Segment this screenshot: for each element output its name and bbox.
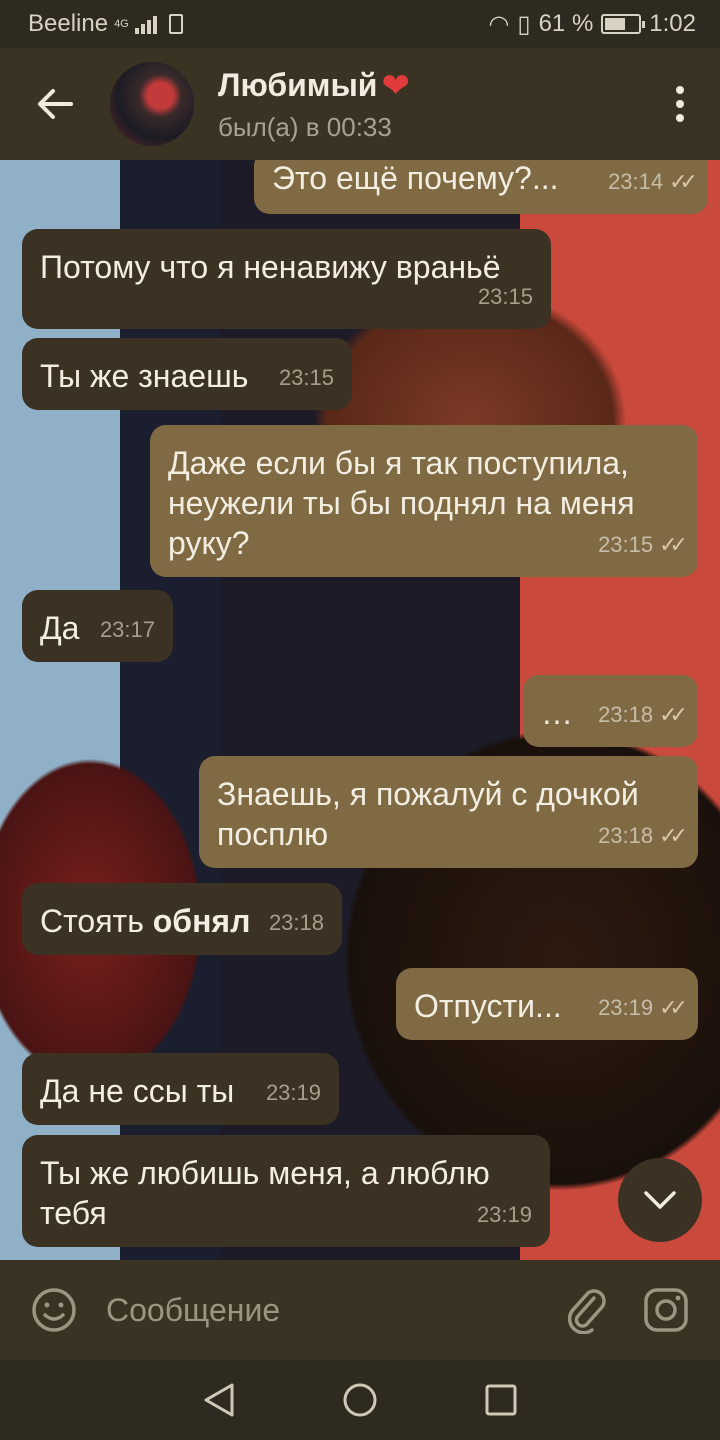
menu-dot: [676, 114, 684, 122]
system-nav-bar: [0, 1360, 720, 1440]
vibrate-icon: ▯: [517, 10, 531, 38]
paperclip-icon: [567, 1289, 606, 1334]
contact-name: Любимый ❤: [218, 66, 410, 105]
scroll-down-button[interactable]: [618, 1158, 702, 1242]
message-bubble[interactable]: Стоять обнял 23:18: [22, 883, 342, 955]
message-bubble[interactable]: Ты же любишь меня, а люблю тебя 23:19: [22, 1135, 550, 1247]
bold-text: обнял: [152, 903, 251, 939]
nav-recents-icon[interactable]: [484, 1383, 518, 1417]
message-bubble[interactable]: Отпусти... 23:19 ✓✓: [396, 968, 698, 1040]
message-time: 23:15: [598, 532, 654, 557]
message-time: 23:18: [268, 910, 324, 935]
menu-dot: [676, 100, 684, 108]
message-time: 23:15: [278, 365, 334, 390]
heart-icon: ❤: [381, 66, 410, 105]
chevron-down-icon: [644, 1191, 676, 1209]
message-time: 23:19: [476, 1202, 532, 1227]
message-input[interactable]: [106, 1291, 526, 1329]
nav-back-icon[interactable]: [202, 1382, 236, 1418]
network-type: 4G: [114, 18, 129, 30]
last-seen: был(а) в 00:33: [218, 111, 392, 142]
message-time: 23:15: [477, 284, 533, 309]
read-check-icon: ✓✓: [659, 995, 688, 1020]
read-check-icon: ✓✓: [659, 823, 688, 848]
message-time: 23:19: [598, 995, 654, 1020]
more-menu-button[interactable]: [640, 48, 720, 160]
emoji-button[interactable]: [28, 1284, 80, 1336]
smile-icon: [32, 1288, 76, 1332]
carrier-name: Beeline: [28, 10, 109, 37]
back-button[interactable]: [0, 48, 110, 160]
message-bubble[interactable]: Это ещё почему?... 23:14 ✓✓: [254, 160, 708, 214]
nav-home-icon[interactable]: [341, 1381, 379, 1419]
message-time: 23:17: [99, 617, 155, 642]
arrow-left-icon: [38, 89, 73, 119]
headphones-icon: ◠: [488, 10, 510, 38]
message-time: 23:19: [265, 1080, 321, 1105]
more-vertical-icon: [676, 86, 684, 94]
chat-header: Любимый ❤ был(а) в 00:33: [0, 48, 720, 160]
sim-icon: [168, 14, 183, 34]
clock: 1:02: [649, 10, 696, 37]
message-bubble[interactable]: Да не ссы ты 23:19: [22, 1053, 339, 1125]
read-check-icon: ✓✓: [659, 702, 688, 727]
attach-button[interactable]: [560, 1284, 612, 1336]
message-bubble[interactable]: Знаешь, я пожалуй с дочкой посплю 23:18 ✓…: [199, 756, 698, 868]
message-list[interactable]: Это ещё почему?... 23:14 ✓✓ Потому что я …: [0, 160, 720, 1260]
signal-icon: [134, 14, 157, 34]
status-bar: Beeline 4G ◠ ▯ 61 % 1:02: [0, 0, 720, 48]
read-check-icon: ✓✓: [669, 169, 698, 194]
camera-icon: [644, 1288, 688, 1332]
message-bubble[interactable]: Потому что я ненавижу враньё 23:15: [22, 229, 551, 329]
message-time: 23:18: [598, 823, 654, 848]
message-composer: [0, 1260, 720, 1360]
contact-avatar[interactable]: [110, 62, 194, 146]
battery-icon: [601, 14, 646, 34]
read-check-icon: ✓✓: [659, 532, 688, 557]
camera-button[interactable]: [640, 1284, 692, 1336]
message-bubble[interactable]: Даже если бы я так поступила, неужели ты…: [150, 425, 698, 577]
message-time: 23:14: [608, 169, 664, 194]
contact-info[interactable]: Любимый ❤ был(а) в 00:33: [218, 66, 410, 143]
message-bubble[interactable]: … 23:18 ✓✓: [523, 675, 698, 747]
message-bubble[interactable]: Ты же знаешь 23:15: [22, 338, 352, 410]
message-time: 23:18: [598, 702, 654, 727]
message-bubble[interactable]: Да 23:17: [22, 590, 173, 662]
battery-percent: 61 %: [538, 10, 594, 37]
